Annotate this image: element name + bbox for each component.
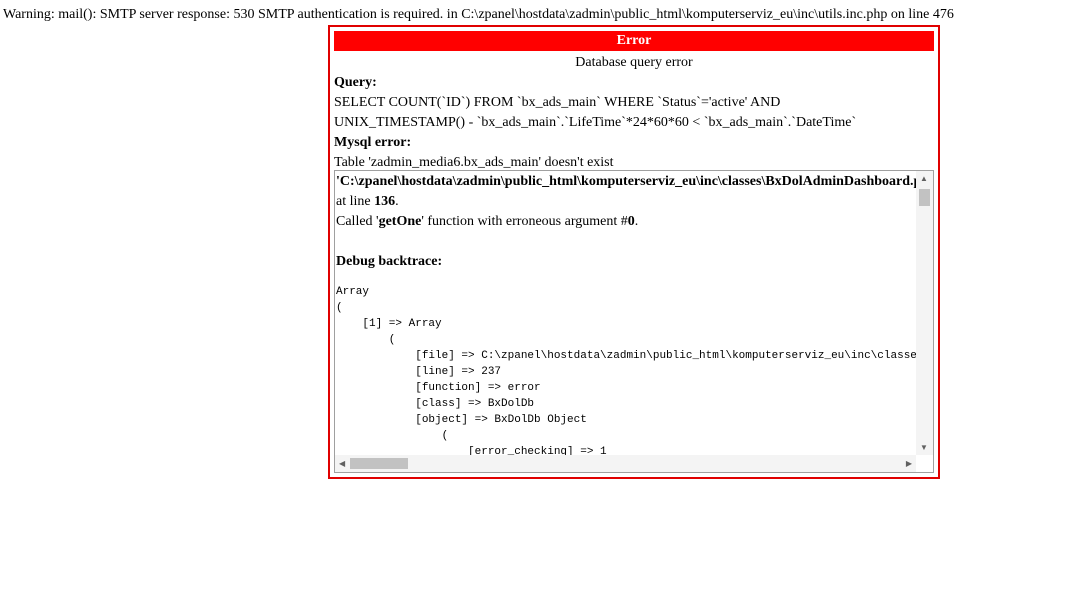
error-line: at line 136. (336, 192, 917, 212)
scrollbar-corner (916, 455, 933, 472)
vertical-scroll-thumb[interactable] (919, 189, 930, 206)
query-line-1: SELECT COUNT(`ID`) FROM `bx_ads_main` WH… (334, 95, 781, 110)
backtrace-text: Array ( [1] => Array ( [file] => C:\zpan… (336, 286, 917, 455)
period: . (395, 194, 399, 209)
called-prefix: Called ' (336, 214, 379, 229)
scroll-left-arrow-icon[interactable]: ◀ (339, 459, 345, 469)
vertical-scrollbar[interactable]: ▲ ▼ (916, 171, 933, 455)
error-title: Error (334, 31, 934, 51)
mysql-error-label: Mysql error: (334, 135, 412, 150)
horizontal-scrollbar[interactable]: ◀ ▶ (335, 455, 916, 472)
query-line-2: UNIX_TIMESTAMP() - `bx_ads_main`.`LifeTi… (334, 115, 857, 130)
error-panel: Error Database query error Query: SELECT… (328, 25, 940, 479)
called-mid: ' function with erroneous argument # (421, 214, 628, 229)
at-line-prefix: at line (336, 194, 375, 209)
argument-number: 0 (627, 214, 635, 229)
backtrace-label: Debug backtrace: (336, 254, 443, 269)
debug-details-content: 'C:\zpanel\hostdata\zadmin\public_html\k… (336, 172, 917, 455)
function-name: getOne (378, 214, 422, 229)
period: . (634, 214, 639, 229)
line-number: 136 (374, 194, 396, 209)
error-subtitle: Database query error (575, 55, 693, 70)
debug-details-scrollbox[interactable]: 'C:\zpanel\hostdata\zadmin\public_html\k… (334, 170, 934, 473)
scroll-down-arrow-icon[interactable]: ▼ (920, 443, 928, 453)
error-called: Called 'getOne' function with erroneous … (336, 212, 917, 232)
query-label: Query: (334, 75, 377, 90)
error-file: 'C:\zpanel\hostdata\zadmin\public_html\k… (336, 174, 917, 189)
horizontal-scroll-thumb[interactable] (350, 458, 408, 469)
scroll-right-arrow-icon[interactable]: ▶ (906, 459, 912, 469)
scroll-up-arrow-icon[interactable]: ▲ (920, 174, 928, 184)
php-warning: Warning: mail(): SMTP server response: 5… (3, 7, 954, 22)
